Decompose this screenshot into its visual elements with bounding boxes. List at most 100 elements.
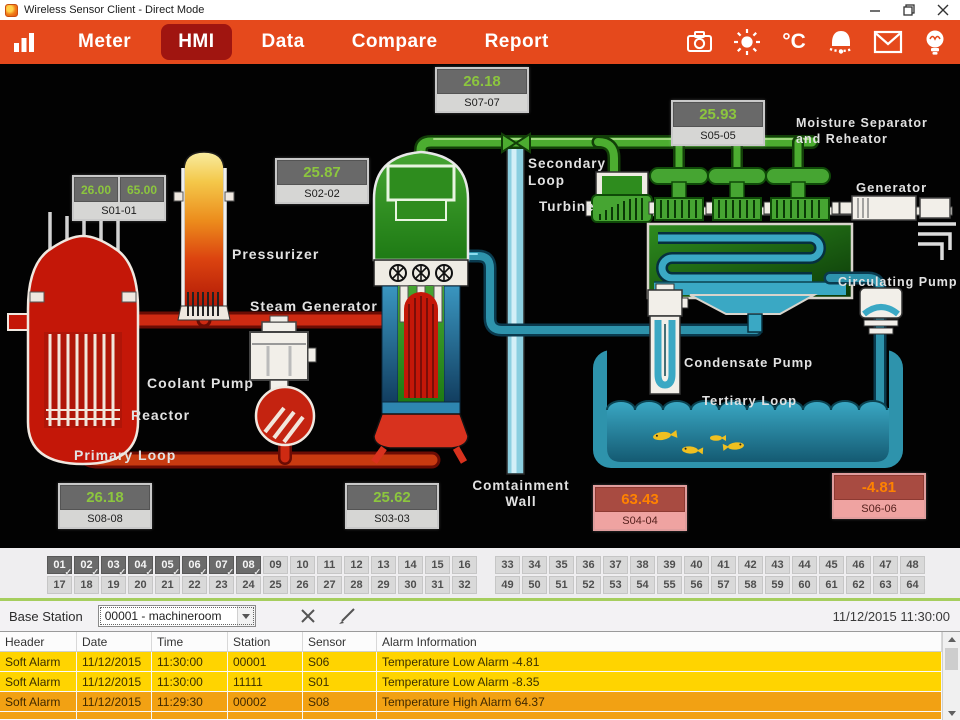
base-station-dropdown[interactable]: 00001 - machineroom [98,605,256,627]
channel-cell-62[interactable]: 62 [846,576,871,594]
channel-cell-15[interactable]: 15 [425,556,450,574]
table-scrollbar[interactable] [942,632,960,720]
channel-cell-46[interactable]: 46 [846,556,871,574]
clear-button[interactable] [296,604,320,628]
tab-compare[interactable]: Compare [335,24,455,60]
channel-cell-30[interactable]: 30 [398,576,423,594]
channel-cell-57[interactable]: 57 [711,576,736,594]
tab-hmi[interactable]: HMI [161,24,231,60]
channel-cell-41[interactable]: 41 [711,556,736,574]
col-time[interactable]: Time [152,632,228,652]
channel-cell-49[interactable]: 49 [495,576,520,594]
sensor-box-s05-05[interactable]: 25.93 S05-05 [671,100,765,146]
alarm-row-3[interactable]: Soft Alarm11/12/201511:29:3000002S08Temp… [0,692,942,712]
col-date[interactable]: Date [77,632,152,652]
alarm-row-4[interactable] [0,712,942,720]
channel-cell-48[interactable]: 48 [900,556,925,574]
channel-cell-27[interactable]: 27 [317,576,342,594]
channel-cell-07[interactable]: 07✓ [209,556,234,574]
channel-cell-10[interactable]: 10 [290,556,315,574]
channel-cell-43[interactable]: 43 [765,556,790,574]
celsius-icon[interactable]: °C [779,27,809,57]
channel-cell-31[interactable]: 31 [425,576,450,594]
channel-cell-16[interactable]: 16 [452,556,477,574]
channel-cell-32[interactable]: 32 [452,576,477,594]
sensor-box-s08-08[interactable]: 26.18 S08-08 [58,483,152,529]
channel-cell-13[interactable]: 13 [371,556,396,574]
sensor-box-s07-07[interactable]: 26.18 S07-07 [435,67,529,113]
channel-cell-59[interactable]: 59 [765,576,790,594]
restore-button[interactable] [892,0,926,20]
tab-report[interactable]: Report [468,24,566,60]
channel-cell-53[interactable]: 53 [603,576,628,594]
dropdown-chevron[interactable] [237,606,255,626]
channel-cell-60[interactable]: 60 [792,576,817,594]
scrollbar-thumb[interactable] [945,648,958,670]
channel-cell-12[interactable]: 12 [344,556,369,574]
channel-cell-19[interactable]: 19 [101,576,126,594]
scroll-down-arrow[interactable] [943,706,960,720]
channel-cell-17[interactable]: 17 [47,576,72,594]
channel-cell-63[interactable]: 63 [873,576,898,594]
alarm-bell-icon[interactable] [826,27,856,57]
channel-cell-29[interactable]: 29 [371,576,396,594]
col-station[interactable]: Station [228,632,303,652]
channel-cell-44[interactable]: 44 [792,556,817,574]
tab-meter[interactable]: Meter [61,24,148,60]
channel-cell-50[interactable]: 50 [522,576,547,594]
camera-icon[interactable] [685,27,715,57]
sensor-box-s01-01[interactable]: 26.00 65.00 S01-01 [72,175,166,221]
channel-cell-35[interactable]: 35 [549,556,574,574]
channel-cell-42[interactable]: 42 [738,556,763,574]
bar-chart-icon[interactable] [13,30,37,54]
channel-cell-24[interactable]: 24 [236,576,261,594]
channel-cell-39[interactable]: 39 [657,556,682,574]
channel-cell-45[interactable]: 45 [819,556,844,574]
alarm-row-2[interactable]: Soft Alarm11/12/201511:30:0011111S01Temp… [0,672,942,692]
channel-cell-22[interactable]: 22 [182,576,207,594]
mail-icon[interactable] [873,27,903,57]
channel-cell-11[interactable]: 11 [317,556,342,574]
channel-cell-54[interactable]: 54 [630,576,655,594]
channel-cell-14[interactable]: 14 [398,556,423,574]
tab-data[interactable]: Data [245,24,322,60]
channel-cell-55[interactable]: 55 [657,576,682,594]
col-sensor[interactable]: Sensor [303,632,377,652]
channel-cell-37[interactable]: 37 [603,556,628,574]
channel-cell-33[interactable]: 33 [495,556,520,574]
close-button[interactable] [926,0,960,20]
channel-cell-25[interactable]: 25 [263,576,288,594]
channel-cell-40[interactable]: 40 [684,556,709,574]
channel-cell-20[interactable]: 20 [128,576,153,594]
minimize-button[interactable] [858,0,892,20]
lamp-icon[interactable] [920,27,950,57]
channel-cell-51[interactable]: 51 [549,576,574,594]
sensor-box-s06-06-alarm[interactable]: -4.81 S06-06 [832,473,926,519]
channel-cell-18[interactable]: 18 [74,576,99,594]
sensor-box-s03-03[interactable]: 25.62 S03-03 [345,483,439,529]
channel-cell-56[interactable]: 56 [684,576,709,594]
sensor-box-s02-02[interactable]: 25.87 S02-02 [275,158,369,204]
channel-cell-04[interactable]: 04✓ [128,556,153,574]
channel-cell-03[interactable]: 03✓ [101,556,126,574]
channel-cell-02[interactable]: 02✓ [74,556,99,574]
channel-cell-58[interactable]: 58 [738,576,763,594]
channel-cell-26[interactable]: 26 [290,576,315,594]
channel-cell-28[interactable]: 28 [344,576,369,594]
alarm-row-1[interactable]: Soft Alarm11/12/201511:30:0000001S06Temp… [0,652,942,672]
channel-cell-08[interactable]: 08✓ [236,556,261,574]
channel-cell-05[interactable]: 05✓ [155,556,180,574]
channel-cell-01[interactable]: 01✓ [47,556,72,574]
channel-cell-36[interactable]: 36 [576,556,601,574]
scroll-up-arrow[interactable] [943,632,960,646]
channel-cell-34[interactable]: 34 [522,556,547,574]
col-header[interactable]: Header [0,632,77,652]
channel-cell-23[interactable]: 23 [209,576,234,594]
channel-cell-06[interactable]: 06✓ [182,556,207,574]
edit-pencil-button[interactable] [334,604,360,628]
channel-cell-09[interactable]: 09 [263,556,288,574]
channel-cell-52[interactable]: 52 [576,576,601,594]
channel-cell-64[interactable]: 64 [900,576,925,594]
channel-cell-47[interactable]: 47 [873,556,898,574]
channel-cell-21[interactable]: 21 [155,576,180,594]
